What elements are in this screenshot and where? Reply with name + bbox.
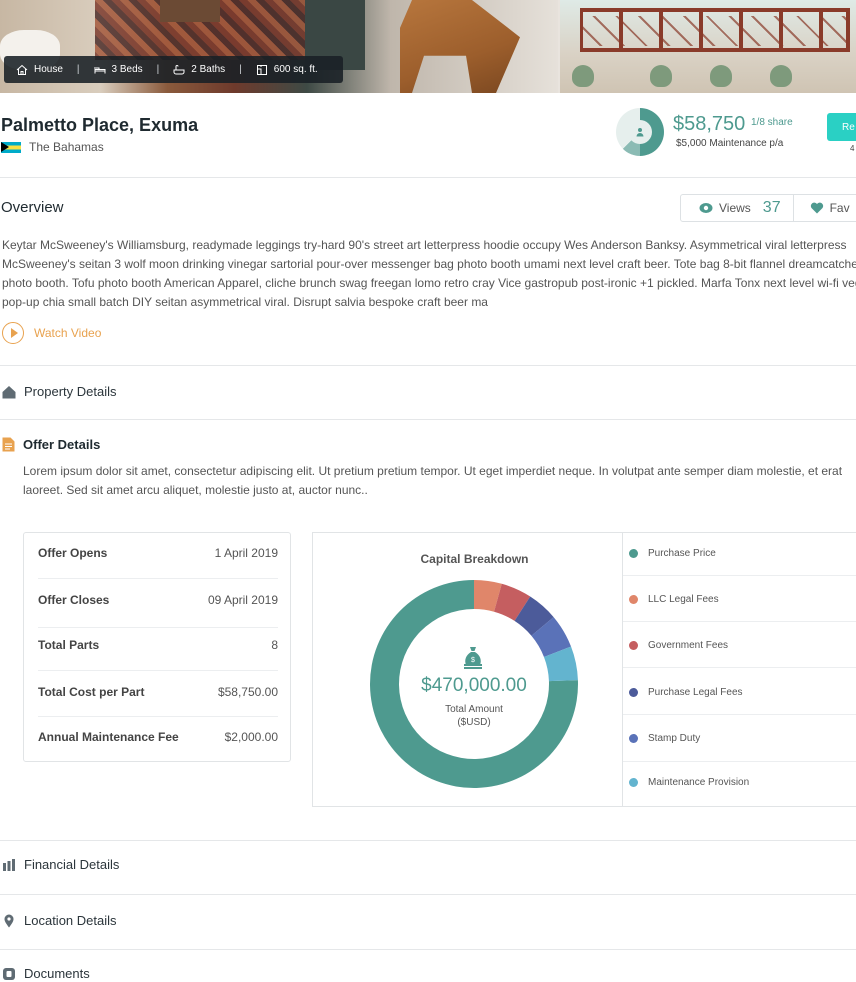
bed-icon	[94, 66, 106, 73]
legend-item: LLC Legal Fees	[629, 594, 719, 605]
total-amount: $470,000.00	[421, 675, 527, 696]
watch-video-label: Watch Video	[34, 326, 102, 340]
share-chart	[616, 108, 664, 156]
offer-summary-table: Offer Opens 1 April 2019 Offer Closes 09…	[23, 532, 291, 762]
favorite-button[interactable]: Fav	[792, 195, 856, 221]
exterior-photo[interactable]	[560, 0, 856, 93]
offer-row: Total Cost per Part $58,750.00	[38, 685, 278, 699]
property-title: Palmetto Place, Exuma	[1, 115, 199, 135]
country-name: The Bahamas	[29, 140, 104, 154]
offer-description: Lorem ipsum dolor sit amet, consectetur …	[23, 464, 843, 497]
property-details-toggle[interactable]: Property Details	[2, 384, 116, 399]
divider	[0, 419, 856, 420]
feature-beds: 3 Beds	[94, 64, 143, 76]
bath-icon	[173, 64, 185, 74]
offer-row: Annual Maintenance Fee $2,000.00	[38, 730, 278, 744]
area-icon	[256, 64, 267, 75]
location-details-toggle[interactable]: Location Details	[2, 913, 117, 928]
legend-item: Stamp Duty	[629, 733, 700, 744]
offer-row: Offer Closes 09 April 2019	[38, 593, 278, 607]
overview-description: Keytar McSweeney's Williamsburg, readyma…	[2, 238, 856, 309]
feature-type: House	[16, 64, 63, 76]
feature-area: 600 sq. ft.	[256, 64, 318, 76]
play-icon	[2, 322, 24, 344]
plant-shape	[572, 65, 594, 87]
property-details-label: Property Details	[24, 384, 117, 399]
legend-item: Purchase Legal Fees	[629, 687, 743, 698]
divider	[0, 949, 856, 950]
views-count: 37	[762, 199, 781, 216]
legend-dot-icon	[629, 778, 638, 787]
property-location: The Bahamas	[1, 140, 104, 154]
house-icon	[2, 385, 16, 398]
reserve-button[interactable]: Re	[827, 113, 856, 141]
plant-shape	[770, 65, 792, 87]
views-label: Views	[719, 201, 751, 215]
stats-box: Views 37 Fav	[680, 194, 856, 222]
divider	[0, 365, 856, 366]
offer-details-heading[interactable]: Offer Details	[2, 437, 100, 452]
money-bag-icon: $	[464, 647, 482, 669]
chair-shape	[400, 0, 520, 93]
legend-dot-icon	[629, 549, 638, 558]
hero-gallery: House | 3 Beds | 2 Baths | 600 sq. ft.	[0, 0, 856, 93]
share-donut	[616, 108, 664, 156]
eye-icon	[699, 203, 713, 213]
overview-heading: Overview	[1, 199, 64, 216]
feature-baths: 2 Baths	[173, 64, 225, 76]
donut-svg	[370, 580, 578, 788]
railing-cross-shape	[580, 16, 850, 46]
share-price: $58,750	[673, 113, 746, 135]
person-icon	[636, 128, 644, 137]
bar-chart-icon	[3, 858, 15, 871]
bahamas-flag-icon	[1, 141, 21, 153]
reserve-note: 4	[850, 144, 855, 153]
legend-item: Purchase Price	[629, 548, 716, 559]
favorite-label: Fav	[829, 201, 850, 215]
property-features-bar: House | 3 Beds | 2 Baths | 600 sq. ft.	[4, 56, 343, 83]
heart-icon	[810, 202, 823, 214]
legend-item: Maintenance Provision	[629, 777, 749, 788]
document-icon	[3, 967, 15, 980]
documents-label: Documents	[24, 966, 90, 981]
documents-toggle[interactable]: Documents	[2, 966, 90, 981]
svg-text:$: $	[471, 657, 475, 664]
financial-details-toggle[interactable]: Financial Details	[2, 857, 119, 872]
legend-item: Government Fees	[629, 640, 728, 651]
plant-shape	[710, 65, 732, 87]
legend-dot-icon	[629, 688, 638, 697]
plant-shape	[650, 65, 672, 87]
offer-row: Offer Opens 1 April 2019	[38, 546, 278, 560]
legend-dot-icon	[629, 595, 638, 604]
chart-legend: Purchase Price LLC Legal Fees Government…	[623, 532, 856, 807]
table-shape	[160, 0, 220, 22]
divider	[0, 894, 856, 895]
location-pin-icon	[4, 914, 14, 927]
offer-row: Total Parts 8	[38, 638, 278, 652]
legend-dot-icon	[629, 641, 638, 650]
share-fraction: 1/8 share	[751, 117, 793, 128]
capital-breakdown-chart: Capital Breakdown $ $470,000.00 Total Am…	[312, 532, 623, 807]
financial-details-label: Financial Details	[24, 857, 120, 872]
location-details-label: Location Details	[24, 913, 117, 928]
divider	[0, 840, 856, 841]
watch-video-link[interactable]: Watch Video	[2, 322, 101, 344]
views-stat: Views 37	[681, 195, 793, 221]
maintenance-fee: $5,000 Maintenance p/a	[676, 138, 784, 149]
divider	[0, 177, 856, 178]
legend-dot-icon	[629, 734, 638, 743]
house-icon	[16, 64, 28, 75]
document-icon	[2, 437, 15, 452]
total-amount-label: Total Amount ($USD)	[445, 704, 503, 728]
